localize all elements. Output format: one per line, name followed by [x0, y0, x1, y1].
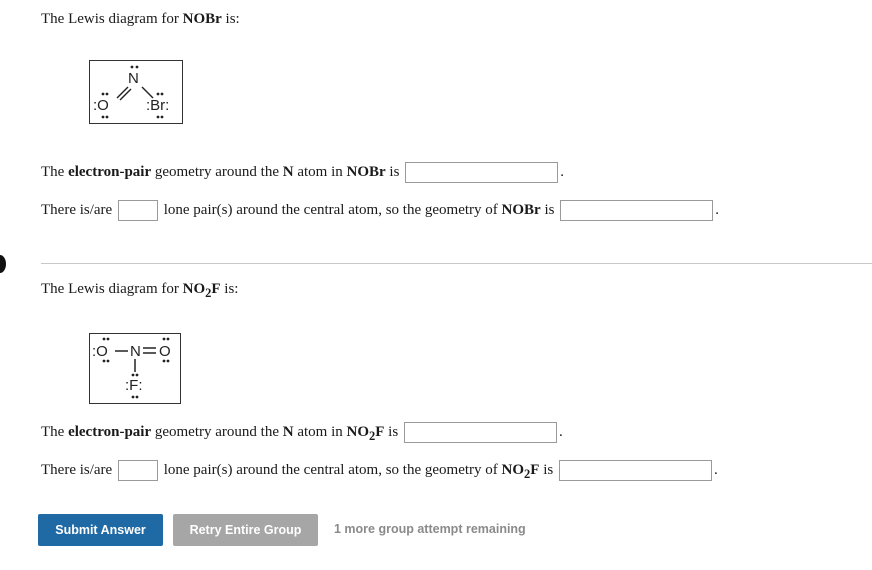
q2-lewis-structure: :O N O :F: [92, 337, 171, 399]
q2-intro: The Lewis diagram for NO2F is: [41, 281, 239, 300]
q1-atom-o: :O [93, 97, 109, 114]
q1-electron-pair-line: The electron-pair geometry around the N … [41, 162, 564, 184]
q2-molecular-geometry-input[interactable] [558, 460, 712, 482]
q2-atom-o2: O [159, 343, 171, 360]
q1-molecular-geometry-input[interactable] [560, 200, 714, 222]
section-divider [41, 263, 872, 264]
q2-atom-f: :F: [125, 377, 143, 394]
q2-atom-o1: :O [92, 343, 108, 360]
side-marker [0, 255, 6, 273]
q1-lewis-diagram: N :O :Br: [89, 60, 183, 124]
q1-electron-pair-geometry-input[interactable] [405, 162, 559, 184]
attempts-remaining-text: 1 more group attempt remaining [334, 522, 526, 536]
submit-answer-button[interactable]: Submit Answer [38, 514, 163, 546]
q1-lewis-structure: N :O :Br: [93, 65, 169, 119]
q2-lone-pair-line: There is/are lone pair(s) around the cen… [41, 460, 718, 482]
q2-atom-n: N [130, 343, 141, 360]
q2-intro-formula: NO2F [182, 281, 221, 300]
q2-electron-pair-geometry-input[interactable] [403, 422, 557, 444]
q1-intro-formula: NOBr [182, 11, 222, 27]
retry-entire-group-button[interactable]: Retry Entire Group [173, 514, 318, 546]
q2-electron-pair-line: The electron-pair geometry around the N … [41, 422, 563, 444]
q1-atom-n: N [128, 70, 139, 87]
q1-lone-pair-line: There is/are lone pair(s) around the cen… [41, 200, 719, 222]
q1-atom-br: :Br: [146, 97, 169, 114]
q2-lone-pair-count-input[interactable] [117, 460, 158, 482]
q1-intro: The Lewis diagram for NOBr is: [41, 11, 240, 27]
q2-lewis-diagram: :O N O :F: [89, 333, 181, 404]
q1-lone-pair-count-input[interactable] [117, 200, 158, 222]
